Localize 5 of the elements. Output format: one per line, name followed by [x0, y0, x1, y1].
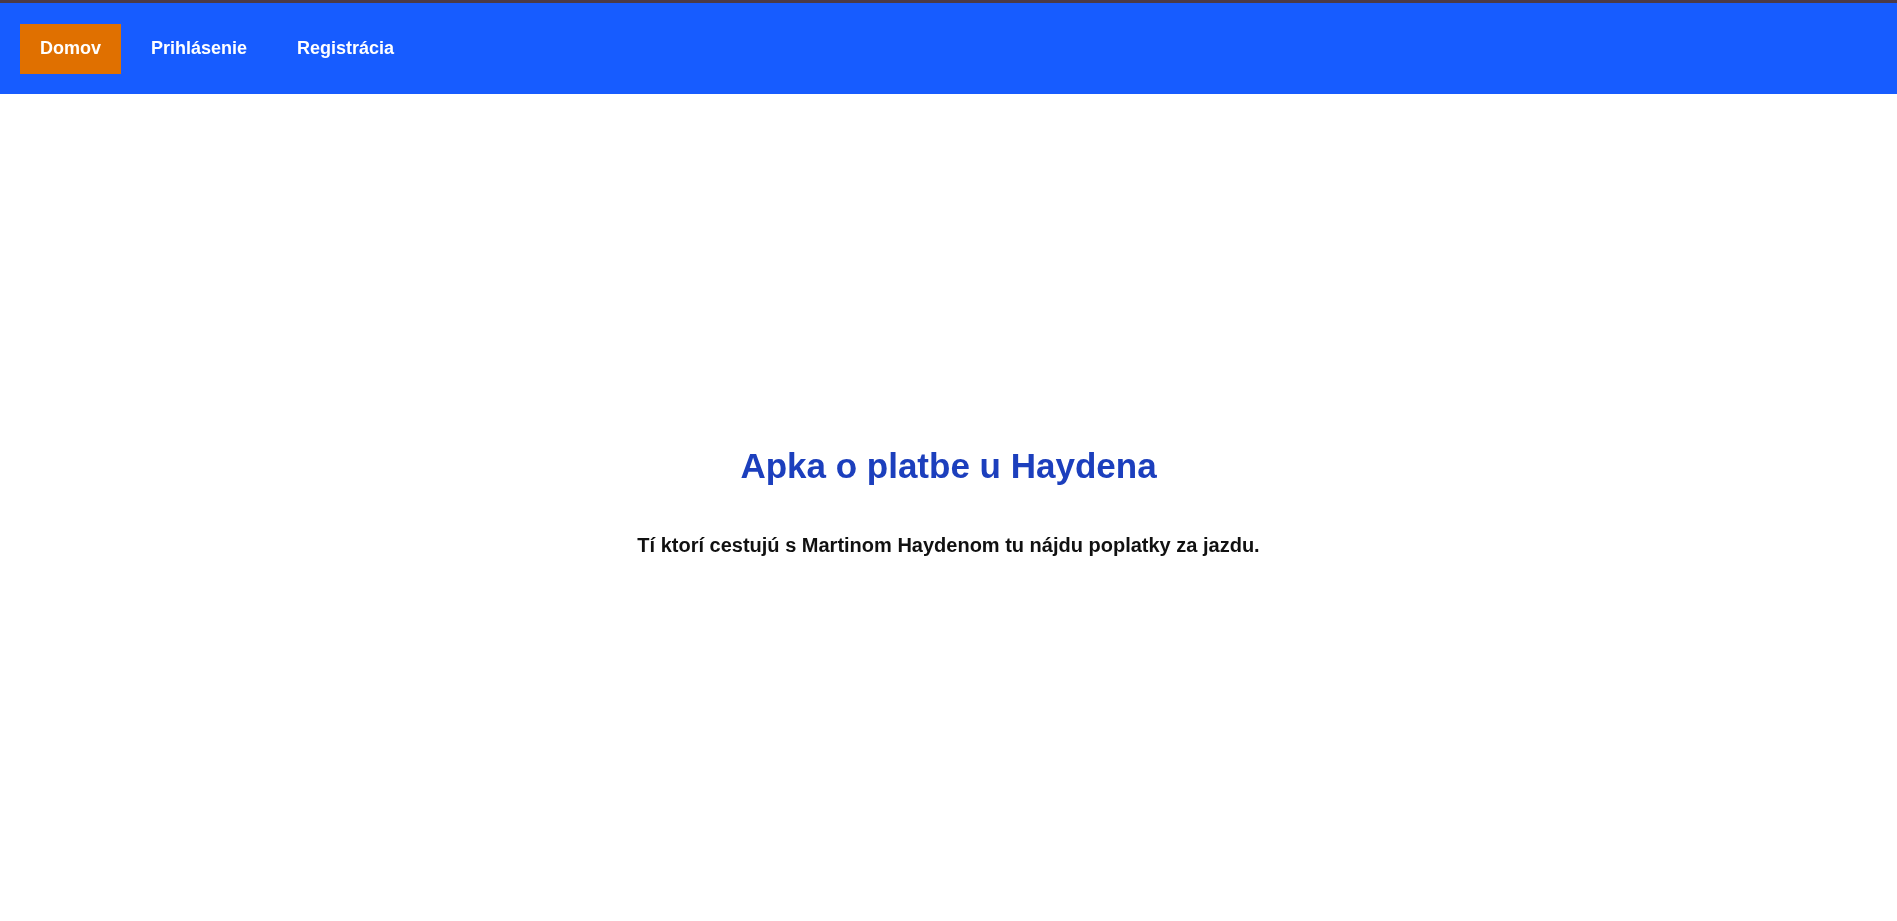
nav-link[interactable]: Registrácia — [277, 23, 415, 74]
nav-link[interactable]: Prihlásenie — [131, 23, 268, 74]
nav-link[interactable]: Domov — [20, 23, 121, 74]
page-description: Tí ktorí cestujú s Martinom Haydenom tu nájdu poplatky za jazdu. — [637, 534, 1260, 557]
page-title: Apka o platbe u Haydena — [740, 446, 1157, 486]
